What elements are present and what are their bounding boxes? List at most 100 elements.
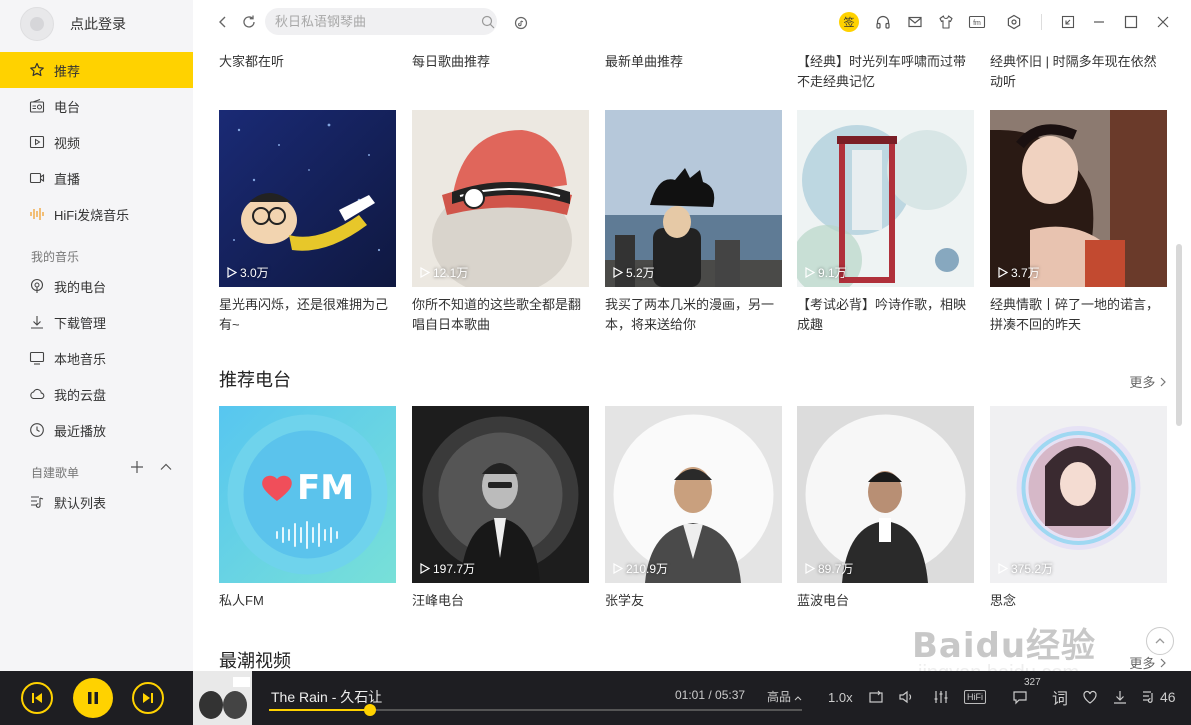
playlist-cover[interactable]: 12.1万 — [412, 110, 589, 287]
app-window: 点此登录 推荐 电台 视频 直播 HiFi发烧音乐 我的音乐 我的电台 下载管理… — [0, 0, 1191, 725]
next-track-button[interactable] — [132, 682, 164, 714]
avatar[interactable] — [20, 7, 54, 41]
radio-card[interactable]: FM 私人FM — [219, 406, 396, 611]
hifi-toggle[interactable]: HiFi — [964, 685, 986, 709]
playlist-cover[interactable]: 3.0万 — [219, 110, 396, 287]
playlist-card[interactable]: 3.0万 星光再闪烁，还是很难拥为己有~ — [219, 110, 396, 335]
sidebar-item-video[interactable]: 视频 — [0, 124, 193, 160]
mail-icon[interactable] — [903, 10, 927, 34]
radio-caption[interactable]: 张学友 — [605, 591, 782, 611]
comment-count: 327 — [1024, 677, 1041, 688]
lyrics-button[interactable]: 词 — [1052, 685, 1068, 709]
playlist-cover[interactable]: 3.7万 — [990, 110, 1167, 287]
sidebar-item-local-music[interactable]: 本地音乐 — [0, 340, 193, 376]
collapse-chevron-icon[interactable] — [159, 460, 173, 479]
play-count: 3.7万 — [998, 264, 1040, 281]
radio-cover[interactable]: 210.9万 — [605, 406, 782, 583]
previous-track-button[interactable] — [21, 682, 53, 714]
radio-more-link[interactable]: 更多 — [1129, 372, 1167, 391]
sign-in-badge[interactable]: 签 — [839, 12, 859, 32]
playlist-caption[interactable]: 【考试必背】吟诗作歌，相映成趣 — [797, 295, 974, 335]
skin-tshirt-icon[interactable] — [934, 10, 958, 34]
playlist-card[interactable]: 5.2万 我买了两本几米的漫画，另一本，将来送给你 — [605, 110, 782, 335]
progress-bar[interactable] — [269, 704, 802, 716]
star-icon — [28, 61, 46, 79]
album-art[interactable] — [193, 671, 252, 725]
playlist-title[interactable]: 【经典】时光列车呼啸而过带不走经典记忆 — [797, 52, 974, 92]
headphones-icon[interactable] — [871, 10, 895, 34]
minimize-icon[interactable] — [1087, 10, 1111, 34]
search-icon[interactable] — [476, 10, 500, 34]
radio-caption[interactable]: 思念 — [990, 591, 1167, 611]
sidebar-item-downloads[interactable]: 下载管理 — [0, 304, 193, 340]
section-title-radio: 推荐电台 — [219, 370, 291, 390]
playlist-queue-button[interactable]: 46 — [1141, 685, 1176, 709]
maximize-icon[interactable] — [1119, 10, 1143, 34]
playlist-card[interactable]: 12.1万 你所不知道的这些歌全都是翻唱自日本歌曲 — [412, 110, 589, 335]
now-playing-title[interactable]: The Rain - 久石让 — [271, 687, 382, 707]
quality-selector[interactable]: 高品 — [767, 688, 802, 705]
hifi-wave-icon — [28, 205, 46, 223]
radio-card[interactable]: 210.9万 张学友 — [605, 406, 782, 611]
login-area[interactable]: 点此登录 — [0, 0, 193, 48]
login-text[interactable]: 点此登录 — [70, 14, 126, 34]
radio-cover[interactable]: 89.7万 — [797, 406, 974, 583]
favorite-heart-icon[interactable] — [1080, 685, 1100, 709]
radio-card[interactable]: 375.2万 思念 — [990, 406, 1167, 611]
playlist-title[interactable]: 每日歌曲推荐 — [412, 52, 589, 72]
back-icon[interactable] — [211, 10, 235, 34]
comments-icon[interactable]: 327 — [1010, 677, 1041, 709]
svg-text:fm: fm — [973, 20, 981, 27]
playlist-title[interactable]: 经典怀旧 | 时隔多年现在依然动听 — [990, 52, 1167, 92]
fm-icon[interactable]: fm — [965, 10, 989, 34]
speed-button[interactable]: 1.0x — [828, 685, 853, 709]
search-input[interactable] — [265, 8, 497, 35]
sidebar-item-my-radio[interactable]: 我的电台 — [0, 268, 193, 304]
sidebar-item-recent[interactable]: 最近播放 — [0, 412, 193, 448]
main-content: 大家都在听 每日歌曲推荐 最新单曲推荐 【经典】时光列车呼啸而过带不走经典记忆 … — [193, 44, 1183, 671]
playlist-cover[interactable]: 9.1万 — [797, 110, 974, 287]
play-icon — [613, 563, 623, 574]
playlist-title[interactable]: 大家都在听 — [219, 52, 396, 72]
sidebar-item-live[interactable]: 直播 — [0, 160, 193, 196]
radio-cover[interactable]: FM — [219, 406, 396, 583]
add-playlist-icon[interactable] — [130, 460, 144, 479]
mini-mode-icon[interactable] — [1056, 10, 1080, 34]
radio-cover[interactable]: 197.7万 — [412, 406, 589, 583]
radio-caption[interactable]: 蓝波电台 — [797, 591, 974, 611]
sidebar-item-radio[interactable]: 电台 — [0, 88, 193, 124]
settings-gear-icon[interactable] — [1002, 10, 1026, 34]
loop-icon[interactable] — [866, 685, 886, 709]
playlist-card[interactable]: 9.1万 【考试必背】吟诗作歌，相映成趣 — [797, 110, 974, 335]
playlist-caption[interactable]: 你所不知道的这些歌全都是翻唱自日本歌曲 — [412, 295, 589, 335]
close-icon[interactable] — [1151, 10, 1175, 34]
volume-icon[interactable] — [896, 685, 916, 709]
progress-fill — [269, 709, 371, 711]
playlist-caption[interactable]: 我买了两本几米的漫画，另一本，将来送给你 — [605, 295, 782, 335]
playlist-caption[interactable]: 经典情歌丨碎了一地的诺言，拼凑不回的昨天 — [990, 295, 1167, 335]
radio-card[interactable]: 197.7万 汪峰电台 — [412, 406, 589, 611]
download-icon[interactable] — [1110, 685, 1130, 709]
back-to-top-button[interactable] — [1146, 627, 1174, 655]
top-bar: 签 fm — [193, 0, 1191, 44]
playlist-cover[interactable]: 5.2万 — [605, 110, 782, 287]
radio-caption[interactable]: 汪峰电台 — [412, 591, 589, 611]
videos-more-link[interactable]: 更多 — [1129, 653, 1167, 671]
sidebar-item-hifi[interactable]: HiFi发烧音乐 — [0, 196, 193, 232]
previous-icon — [32, 693, 42, 703]
playlist-card[interactable]: 3.7万 经典情歌丨碎了一地的诺言，拼凑不回的昨天 — [990, 110, 1167, 335]
progress-knob[interactable] — [364, 704, 377, 716]
sidebar-item-recommend[interactable]: 推荐 — [0, 52, 193, 88]
radio-card[interactable]: 89.7万 蓝波电台 — [797, 406, 974, 611]
voice-search-icon[interactable] — [509, 10, 533, 34]
sidebar-item-default-playlist[interactable]: 默认列表 — [0, 484, 193, 520]
radio-caption[interactable]: 私人FM — [219, 591, 396, 611]
radio-cover[interactable]: 375.2万 — [990, 406, 1167, 583]
vertical-scrollbar[interactable] — [1176, 244, 1182, 426]
refresh-icon[interactable] — [237, 10, 261, 34]
equalizer-icon[interactable] — [931, 685, 951, 709]
playlist-caption[interactable]: 星光再闪烁，还是很难拥为己有~ — [219, 295, 396, 335]
playlist-title[interactable]: 最新单曲推荐 — [605, 52, 782, 72]
sidebar-item-cloud[interactable]: 我的云盘 — [0, 376, 193, 412]
pause-button[interactable] — [73, 678, 113, 718]
